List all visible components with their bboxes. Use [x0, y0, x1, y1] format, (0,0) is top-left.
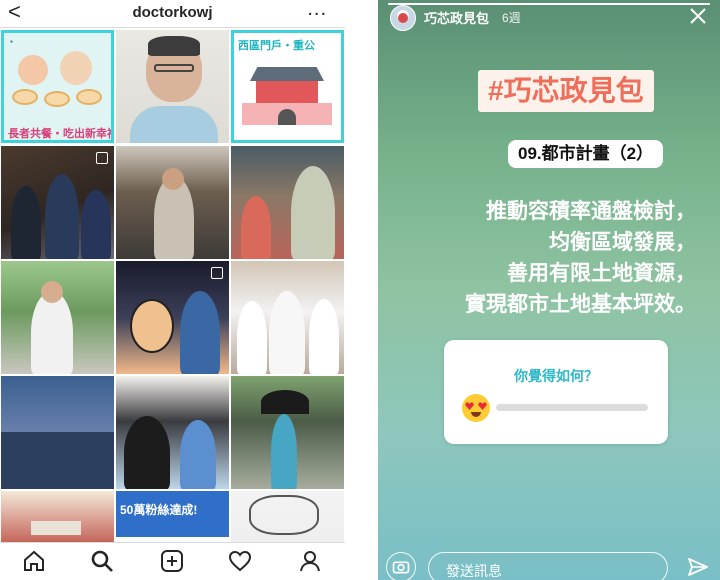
poll-question: 你覺得如何？	[514, 368, 598, 384]
heart-eyes-emoji-icon[interactable]	[462, 394, 490, 422]
add-post-icon[interactable]	[160, 549, 184, 573]
person-silhouette	[81, 190, 111, 259]
reply-bar: 發送訊息	[378, 548, 720, 580]
profile-username: doctorkowj	[132, 4, 213, 21]
person-silhouette	[31, 291, 73, 374]
shirt-shape	[130, 106, 218, 143]
face-shape	[162, 168, 184, 190]
person-silhouette	[237, 301, 267, 374]
post-tile-outdoor-speech[interactable]	[1, 261, 114, 374]
search-icon[interactable]	[90, 549, 114, 573]
bear-mascot-shape	[124, 416, 170, 489]
close-icon[interactable]	[688, 6, 708, 26]
food-plate	[76, 89, 102, 105]
smile-mouth	[471, 412, 481, 417]
caricature-shape	[130, 299, 174, 353]
banner-text: 50萬粉絲達成!	[120, 503, 198, 517]
post-tile-reading[interactable]	[116, 146, 229, 259]
person-silhouette	[241, 196, 271, 259]
food-plate	[12, 89, 38, 105]
post-tile-west-gate[interactable]: 西區門戶・重公	[231, 30, 344, 143]
hair-shape	[148, 36, 200, 56]
brand-mark: ●	[10, 39, 14, 45]
story-account-name[interactable]: 巧芯政見包	[424, 8, 489, 27]
post-tile-umbrella-walk[interactable]	[231, 376, 344, 489]
person-silhouette	[180, 420, 216, 489]
story-panel: 巧芯政見包 6週 #巧芯政見包 09.都市計畫（2） 推動容積率通盤檢討， 均衡…	[378, 0, 720, 580]
post-tile-elderly-meal[interactable]: ● 長者共餐・吃出新幸福	[1, 30, 114, 143]
food-plate	[44, 91, 70, 107]
elderly-man-figure	[60, 51, 92, 85]
person-silhouette	[180, 291, 220, 374]
post-tile-group[interactable]	[231, 261, 344, 374]
heart-eye	[478, 402, 487, 410]
person-silhouette	[291, 166, 335, 259]
chapter-label: 09.都市計畫（2）	[508, 140, 664, 168]
elderly-woman-figure	[18, 55, 48, 85]
story-timestamp: 6週	[502, 11, 521, 25]
send-icon[interactable]	[688, 558, 708, 576]
story-progress-track	[388, 3, 710, 5]
story-line: 實現都市土地基本坪效。	[465, 293, 696, 316]
post-tile-caricature[interactable]	[116, 261, 229, 374]
heart-icon[interactable]	[228, 549, 252, 573]
sketch-shape	[249, 495, 319, 535]
post-tile-bear-mascot[interactable]	[116, 376, 229, 489]
poll-slider-track[interactable]	[496, 404, 648, 411]
gate-roof	[31, 521, 81, 535]
emoji-slider-poll: 你覺得如何？	[444, 340, 668, 444]
story-line: 推動容積率通盤檢討，	[486, 200, 696, 223]
post-tile-press[interactable]	[1, 146, 114, 259]
gate-arch	[278, 109, 296, 125]
avatar[interactable]	[390, 5, 416, 31]
face-shape	[41, 281, 63, 303]
hashtag-sticker[interactable]: #巧芯政見包	[478, 70, 654, 112]
gate-wall	[256, 81, 318, 103]
heart-eye	[465, 402, 474, 410]
story-text: 推動容積率通盤檢討， 均衡區域發展， 善用有限土地資源， 實現都市土地基本坪效。	[465, 196, 696, 320]
profile-panel: < doctorkowj ... ● 長者共餐・吃出新幸福 西區門戶・重公 50…	[0, 0, 345, 580]
story-progress-fill	[388, 3, 710, 5]
profile-header: < doctorkowj ...	[0, 0, 345, 28]
camera-icon[interactable]	[386, 552, 416, 580]
message-placeholder: 發送訊息	[446, 563, 502, 579]
more-options-icon[interactable]: ...	[307, 0, 327, 21]
crowd-shape	[1, 432, 114, 489]
multi-photo-icon	[96, 152, 108, 164]
person-silhouette	[45, 174, 79, 259]
story-line: 均衡區域發展，	[549, 231, 696, 254]
post-tile-auditorium[interactable]	[1, 376, 114, 489]
gate-roof	[250, 67, 324, 81]
tile-caption: 長者共餐・吃出新幸福	[8, 128, 114, 140]
home-icon[interactable]	[22, 549, 46, 573]
person-silhouette	[271, 414, 297, 489]
person-silhouette	[11, 186, 41, 259]
person-silhouette	[269, 291, 305, 374]
tile-title: 西區門戶・重公	[238, 40, 315, 52]
post-tile-portrait[interactable]	[116, 30, 229, 143]
glasses-shape	[154, 64, 194, 72]
umbrella-shape	[261, 390, 309, 414]
story-line: 善用有限土地資源，	[507, 262, 696, 285]
banner-background: 50萬粉絲達成!	[116, 491, 229, 537]
profile-icon[interactable]	[298, 549, 322, 573]
post-tile-market[interactable]	[231, 146, 344, 259]
person-silhouette	[309, 299, 339, 374]
multi-photo-icon	[211, 267, 223, 279]
bottom-nav	[0, 542, 345, 580]
